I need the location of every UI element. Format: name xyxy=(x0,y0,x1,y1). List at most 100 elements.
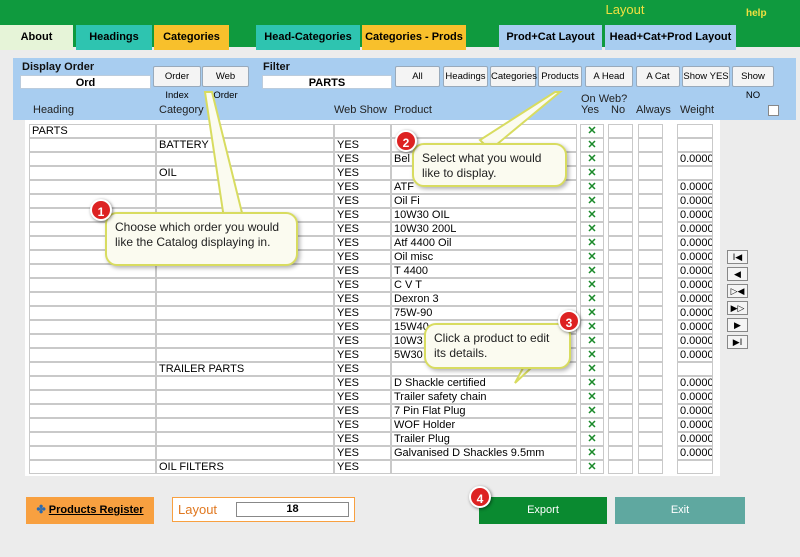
cell-no[interactable] xyxy=(608,292,633,306)
cell-always[interactable] xyxy=(638,390,663,404)
cell-no[interactable] xyxy=(608,278,633,292)
help-link[interactable]: help xyxy=(746,8,767,19)
filter-products-button[interactable]: Products xyxy=(538,66,582,87)
table-row[interactable]: YES 15W40 ✕ 0.0000 xyxy=(25,320,720,334)
last-record-button[interactable]: ▶I xyxy=(727,335,748,349)
table-row[interactable]: YES 7 Pin Flat Plug ✕ 0.0000 xyxy=(25,404,720,418)
table-row[interactable]: YES C V T ✕ 0.0000 xyxy=(25,278,720,292)
cell-no[interactable] xyxy=(608,404,633,418)
table-row[interactable]: PARTS ✕ xyxy=(25,124,720,138)
table-row[interactable]: BATTERY YES ✕ xyxy=(25,138,720,152)
cell-always[interactable] xyxy=(638,250,663,264)
cell-yes[interactable]: ✕ xyxy=(580,180,604,194)
tab-categories-prods[interactable]: Categories - Prods xyxy=(362,25,466,50)
cell-always[interactable] xyxy=(638,264,663,278)
cell-always[interactable] xyxy=(638,292,663,306)
filter-headings-button[interactable]: Headings xyxy=(443,66,488,87)
cell-yes[interactable]: ✕ xyxy=(580,124,604,138)
cell-no[interactable] xyxy=(608,264,633,278)
tab-head-categories[interactable]: Head-Categories xyxy=(256,25,360,50)
cell-always[interactable] xyxy=(638,208,663,222)
cell-yes[interactable]: ✕ xyxy=(580,152,604,166)
cell-yes[interactable]: ✕ xyxy=(580,460,604,474)
tab-categories[interactable]: Categories xyxy=(154,25,229,50)
cell-always[interactable] xyxy=(638,194,663,208)
cell-no[interactable] xyxy=(608,250,633,264)
cell-always[interactable] xyxy=(638,124,663,138)
cell-yes[interactable]: ✕ xyxy=(580,362,604,376)
cell-no[interactable] xyxy=(608,152,633,166)
cell-always[interactable] xyxy=(638,320,663,334)
cell-always[interactable] xyxy=(638,152,663,166)
cell-no[interactable] xyxy=(608,208,633,222)
cell-no[interactable] xyxy=(608,432,633,446)
cell-always[interactable] xyxy=(638,432,663,446)
table-row[interactable]: YES Bel ✕ 0.0000 xyxy=(25,152,720,166)
tab-about[interactable]: About xyxy=(0,25,73,50)
cell-always[interactable] xyxy=(638,460,663,474)
cell-yes[interactable]: ✕ xyxy=(580,194,604,208)
cell-yes[interactable]: ✕ xyxy=(580,278,604,292)
table-row[interactable]: YES 75W-90 ✕ 0.0000 xyxy=(25,306,720,320)
cell-yes[interactable]: ✕ xyxy=(580,138,604,152)
new-before-button[interactable]: ▷◀ xyxy=(727,284,748,298)
cell-yes[interactable]: ✕ xyxy=(580,348,604,362)
display-order-value[interactable]: Ord xyxy=(20,75,151,89)
cell-always[interactable] xyxy=(638,376,663,390)
cell-no[interactable] xyxy=(608,236,633,250)
cell-no[interactable] xyxy=(608,194,633,208)
layout-value[interactable]: 18 xyxy=(236,502,349,517)
export-button[interactable]: Export xyxy=(479,497,607,524)
cell-yes[interactable]: ✕ xyxy=(580,292,604,306)
cell-no[interactable] xyxy=(608,334,633,348)
select-all-checkbox[interactable] xyxy=(768,105,779,116)
order-index-button[interactable]: Order Index xyxy=(153,66,201,101)
table-row[interactable]: TRAILER PARTS YES ✕ xyxy=(25,362,720,376)
filter-categories-button[interactable]: Categories xyxy=(490,66,537,87)
new-after-button[interactable]: ▶▷ xyxy=(727,301,748,315)
table-row[interactable]: YES ATF ✕ 0.0000 xyxy=(25,180,720,194)
cell-always[interactable] xyxy=(638,222,663,236)
table-row[interactable]: YES Dexron 3 ✕ 0.0000 xyxy=(25,292,720,306)
tab-prod-cat-layout[interactable]: Prod+Cat Layout xyxy=(499,25,602,50)
cell-always[interactable] xyxy=(638,348,663,362)
table-row[interactable]: YES Galvanised D Shackles 9.5mm ✕ 0.0000 xyxy=(25,446,720,460)
cell-always[interactable] xyxy=(638,138,663,152)
filter-a-head-button[interactable]: A Head xyxy=(585,66,633,87)
web-order-button[interactable]: Web Order xyxy=(202,66,249,101)
cell-yes[interactable]: ✕ xyxy=(580,236,604,250)
cell-no[interactable] xyxy=(608,460,633,474)
cell-yes[interactable]: ✕ xyxy=(580,222,604,236)
cell-always[interactable] xyxy=(638,166,663,180)
cell-always[interactable] xyxy=(638,418,663,432)
next-record-button[interactable]: ▶ xyxy=(727,318,748,332)
cell-always[interactable] xyxy=(638,236,663,250)
cell-yes[interactable]: ✕ xyxy=(580,376,604,390)
cell-yes[interactable]: ✕ xyxy=(580,390,604,404)
tab-head-cat-prod-layout[interactable]: Head+Cat+Prod Layout xyxy=(605,25,736,50)
cell-yes[interactable]: ✕ xyxy=(580,446,604,460)
cell-yes[interactable]: ✕ xyxy=(580,404,604,418)
table-row[interactable]: YES Oil Fi ✕ 0.0000 xyxy=(25,194,720,208)
table-row[interactable]: OIL FILTERS YES ✕ xyxy=(25,460,720,474)
cell-no[interactable] xyxy=(608,320,633,334)
cell-no[interactable] xyxy=(608,418,633,432)
cell-yes[interactable]: ✕ xyxy=(580,418,604,432)
cell-yes[interactable]: ✕ xyxy=(580,334,604,348)
cell-no[interactable] xyxy=(608,222,633,236)
cell-always[interactable] xyxy=(638,306,663,320)
cell-always[interactable] xyxy=(638,404,663,418)
cell-always[interactable] xyxy=(638,180,663,194)
cell-yes[interactable]: ✕ xyxy=(580,264,604,278)
cell-yes[interactable]: ✕ xyxy=(580,208,604,222)
cell-always[interactable] xyxy=(638,362,663,376)
filter-a-cat-button[interactable]: A Cat xyxy=(636,66,680,87)
cell-no[interactable] xyxy=(608,362,633,376)
filter-show-yes-button[interactable]: Show YES xyxy=(682,66,730,87)
cell-yes[interactable]: ✕ xyxy=(580,320,604,334)
cell-no[interactable] xyxy=(608,446,633,460)
cell-yes[interactable]: ✕ xyxy=(580,166,604,180)
cell-no[interactable] xyxy=(608,348,633,362)
cell-no[interactable] xyxy=(608,180,633,194)
tab-headings[interactable]: Headings xyxy=(76,25,152,50)
